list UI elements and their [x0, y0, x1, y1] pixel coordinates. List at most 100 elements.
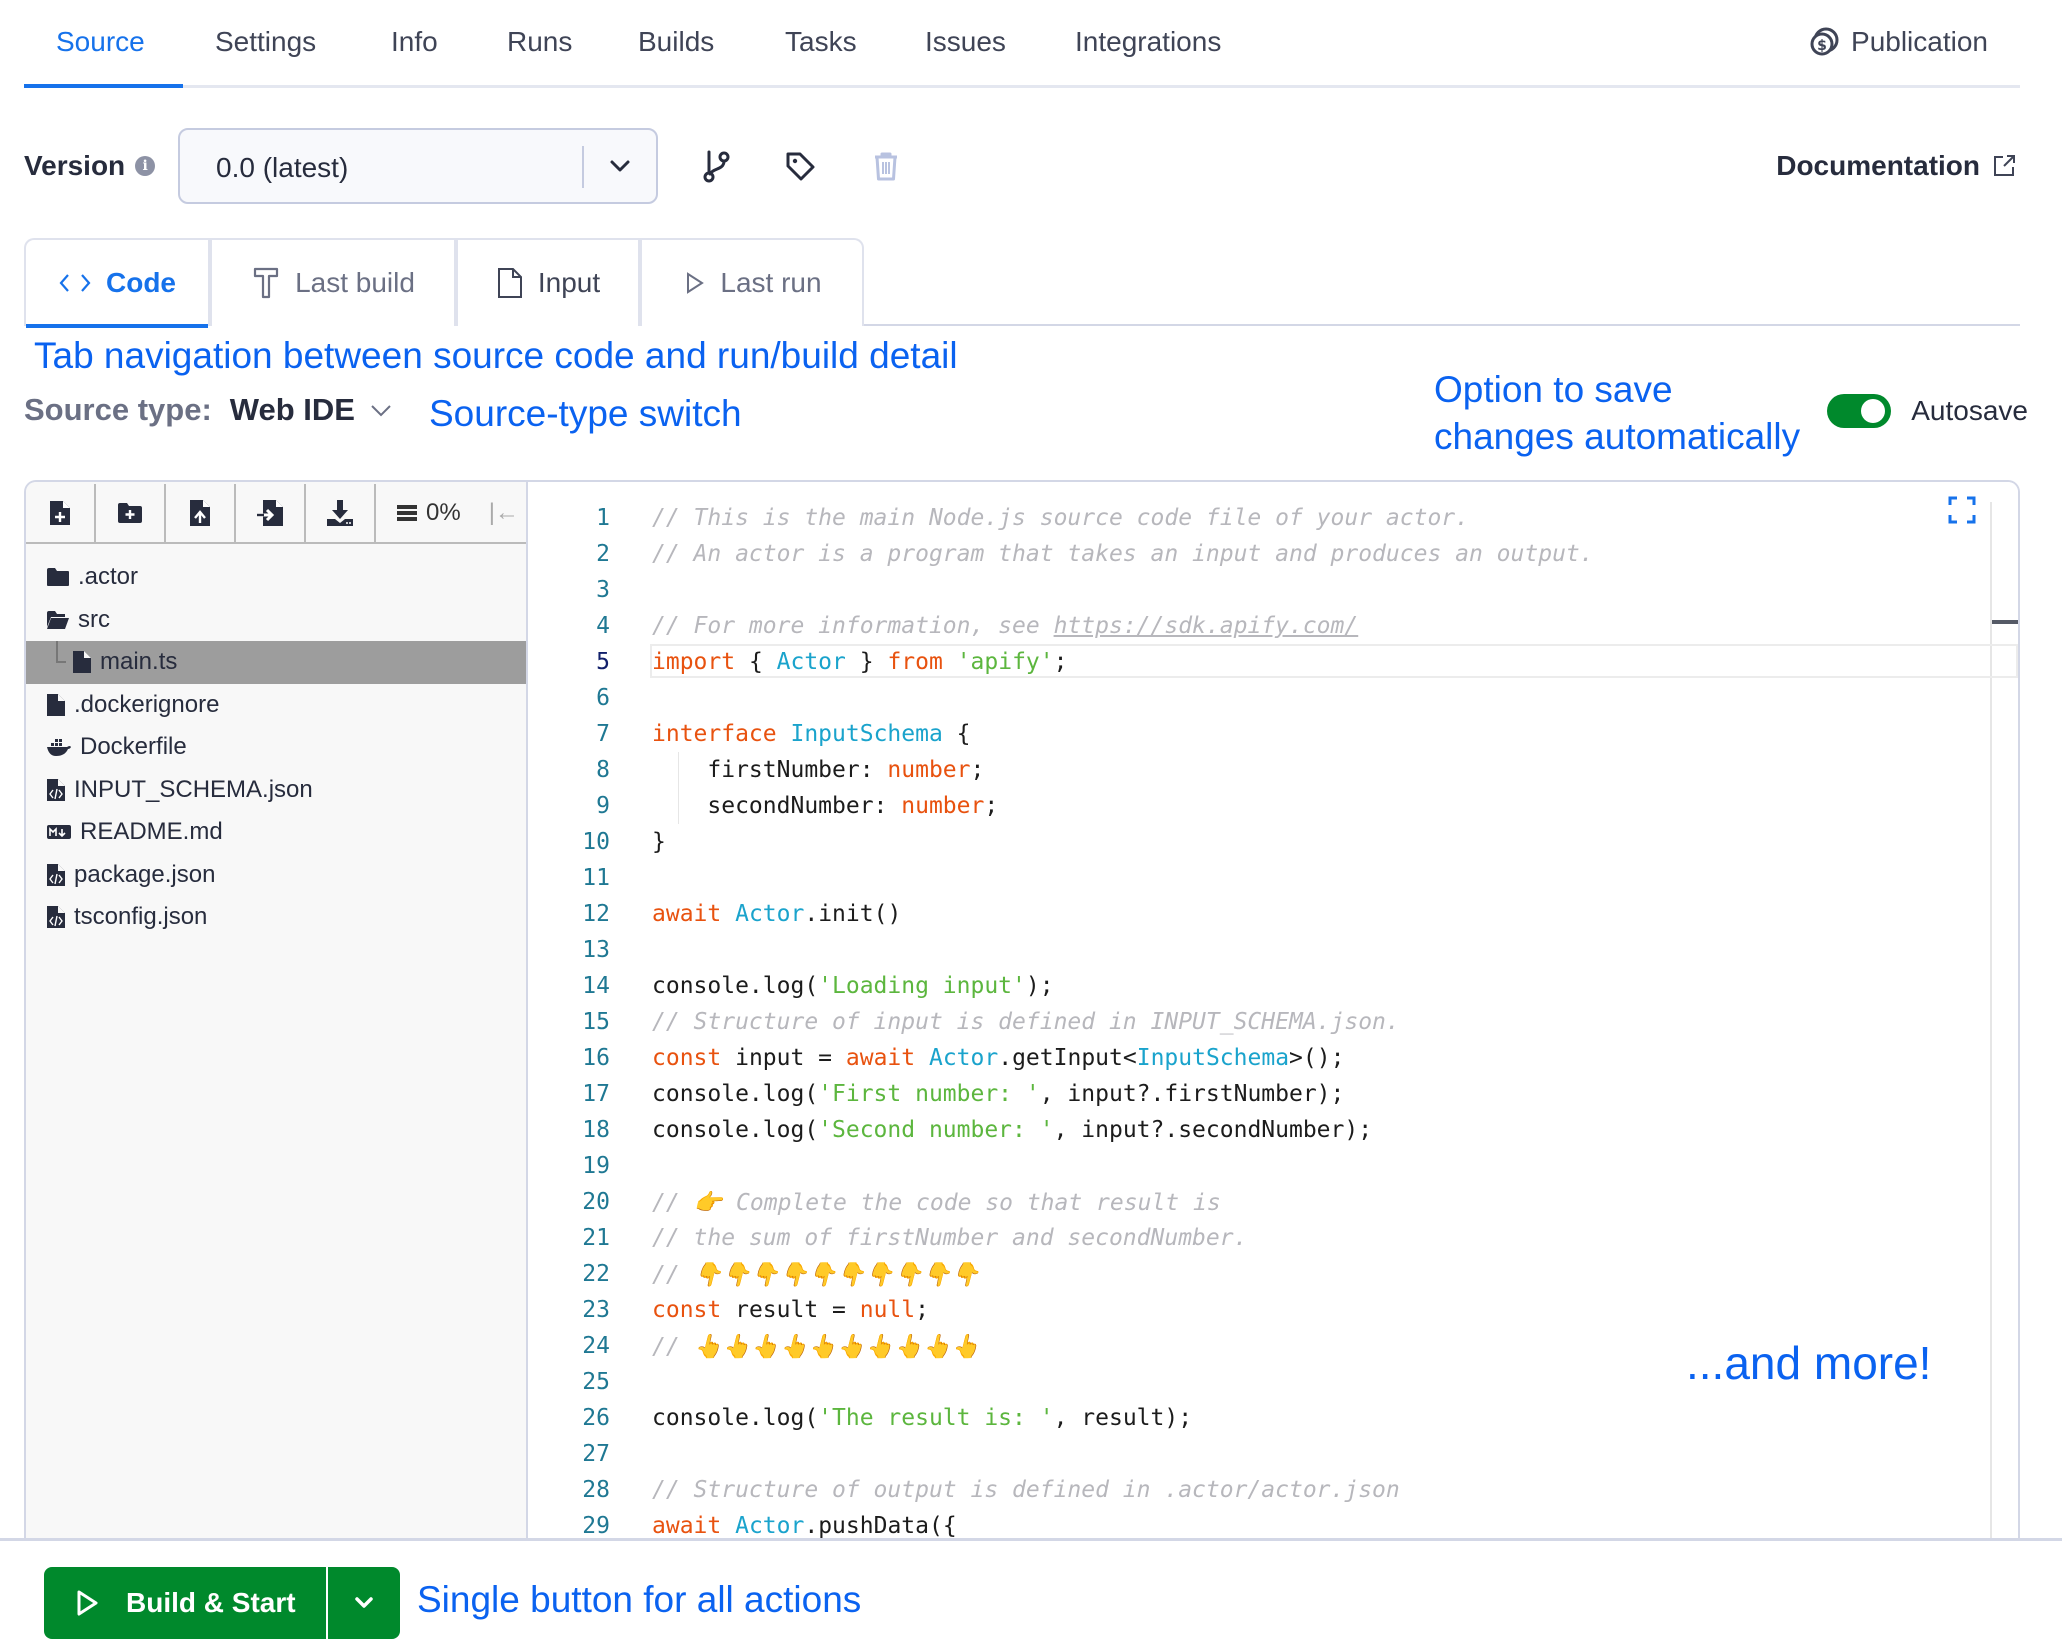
tab-tasks[interactable]: Tasks — [785, 26, 857, 58]
tag-icon[interactable] — [780, 146, 820, 186]
code-token: https://sdk.apify.com/ — [1053, 613, 1359, 639]
top-nav: Source Settings Info Runs Builds Tasks I… — [24, 0, 2020, 88]
tab-settings[interactable]: Settings — [215, 26, 316, 58]
import-file-button[interactable] — [236, 484, 306, 542]
code-token: console.log( — [652, 1081, 819, 1107]
new-file-button[interactable] — [26, 484, 96, 542]
code-line: 10} — [530, 824, 1990, 860]
version-select[interactable]: 0.0 (latest) — [178, 128, 658, 204]
file-item[interactable]: src — [26, 599, 526, 642]
tab-source[interactable]: Source — [56, 26, 145, 58]
file-item[interactable]: package.json — [26, 854, 526, 897]
code-token: >(); — [1289, 1045, 1345, 1071]
coin-dollar-icon: $ — [1810, 27, 1839, 56]
tab-last-build[interactable]: Last build — [210, 238, 456, 326]
file-item[interactable]: Dockerfile — [26, 726, 526, 769]
file-item[interactable]: tsconfig.json — [26, 896, 526, 939]
annotation-autosave-line1: Option to save — [1434, 369, 1673, 410]
file-item[interactable]: main.ts — [26, 641, 526, 684]
code-line: 9 secondNumber: number; — [530, 788, 1990, 824]
line-number: 7 — [596, 721, 610, 747]
code-file-icon — [46, 905, 66, 929]
file-item[interactable]: .actor — [26, 556, 526, 599]
autosave: Autosave — [1827, 394, 2028, 428]
code-text: // 👉 Complete the code so that result is — [652, 1189, 1221, 1216]
code-token: ; — [1053, 649, 1068, 675]
tab-info[interactable]: Info — [391, 26, 438, 58]
line-number: 4 — [596, 613, 610, 639]
code-text: // An actor is a program that takes an i… — [652, 541, 1594, 567]
chevron-down-icon — [610, 160, 630, 172]
play-icon — [687, 272, 705, 294]
info-icon[interactable]: i — [135, 156, 156, 176]
line-number: 1 — [596, 505, 610, 531]
code-line: 18 console.log('Second number: ', input?.… — [530, 1112, 1990, 1148]
source-type-select[interactable]: Web IDE — [230, 392, 355, 428]
line-number: 18 — [582, 1117, 610, 1143]
play-icon — [77, 1590, 98, 1616]
markdown-icon — [46, 823, 72, 841]
line-number: 22 — [582, 1261, 610, 1287]
download-button[interactable] — [306, 484, 376, 542]
file-list: .actor src main.ts .dockerignore Dockerfile I… — [26, 556, 526, 939]
file-icon — [72, 650, 92, 674]
tab-last-run[interactable]: Last run — [640, 238, 864, 326]
code-token: // This is the main Node.js source code … — [652, 505, 1469, 531]
tab-issues[interactable]: Issues — [925, 26, 1006, 58]
tab-input[interactable]: Input — [456, 238, 640, 326]
source-type: Source type: Web IDE — [24, 392, 395, 428]
file-item[interactable]: INPUT_SCHEMA.json — [26, 769, 526, 812]
code-icon — [59, 274, 91, 292]
docker-icon — [46, 737, 72, 757]
bottom-action-bar: Build & Start Single button for all acti… — [0, 1538, 2062, 1650]
code-line: 21 // the sum of firstNumber and secondNu… — [530, 1220, 1990, 1256]
code-token: InputSchema — [1136, 1045, 1290, 1071]
file-name: INPUT_SCHEMA.json — [74, 775, 313, 803]
code-token: ); — [1025, 973, 1054, 999]
file-name: src — [78, 605, 110, 633]
code-token: .getInput< — [998, 1045, 1137, 1071]
build-start-button[interactable]: Build & Start — [44, 1567, 326, 1639]
annotation-source-type: Source-type switch — [429, 393, 742, 434]
scrollbar-thumb[interactable] — [1992, 620, 2018, 624]
annotation-autosave: Option to save changes automatically — [1434, 366, 1800, 461]
build-options-dropdown[interactable] — [326, 1567, 400, 1639]
code-token: result = — [721, 1297, 860, 1323]
code-token: console.log( — [652, 1405, 819, 1431]
collapse-panel-icon[interactable]: |← — [489, 499, 519, 527]
download-icon — [327, 500, 353, 526]
code-file-icon — [46, 778, 66, 802]
code-text: console.log('Second number: ', input?.se… — [652, 1117, 1372, 1143]
code-token: // 👉 Complete the code so that result is — [652, 1189, 1221, 1216]
code-text: await Actor.init() — [652, 901, 901, 927]
file-item[interactable]: .dockerignore — [26, 684, 526, 727]
file-name: Dockerfile — [80, 733, 187, 761]
git-branch-icon[interactable] — [696, 146, 736, 186]
tab-code[interactable]: Code — [24, 238, 210, 328]
code-text: } — [652, 829, 666, 855]
annotation-more: ...and more! — [1686, 1337, 1932, 1389]
line-number: 25 — [582, 1369, 610, 1395]
upload-file-button[interactable] — [166, 484, 236, 542]
upload-progress: 0% |← — [376, 484, 519, 542]
tree-line — [56, 641, 66, 663]
line-number: 28 — [582, 1477, 610, 1503]
code-token: import — [652, 649, 736, 675]
documentation-link[interactable]: Documentation — [1776, 150, 2018, 182]
code-text: // This is the main Node.js source code … — [652, 505, 1469, 531]
tab-runs[interactable]: Runs — [507, 26, 572, 58]
toggle-knob — [1861, 399, 1886, 423]
publication-link[interactable]: $ Publication — [1809, 26, 1988, 58]
new-folder-button[interactable] — [96, 484, 166, 542]
code-text: const result = null; — [652, 1297, 929, 1323]
tab-integrations[interactable]: Integrations — [1075, 26, 1221, 58]
autosave-toggle[interactable] — [1827, 394, 1892, 428]
trash-icon[interactable] — [866, 146, 906, 186]
file-item[interactable]: README.md — [26, 811, 526, 854]
tab-builds[interactable]: Builds — [638, 26, 714, 58]
code-line: 28 // Structure of output is defined in .… — [530, 1472, 1990, 1508]
chevron-down-icon[interactable] — [367, 398, 395, 422]
line-number: 10 — [582, 829, 610, 855]
